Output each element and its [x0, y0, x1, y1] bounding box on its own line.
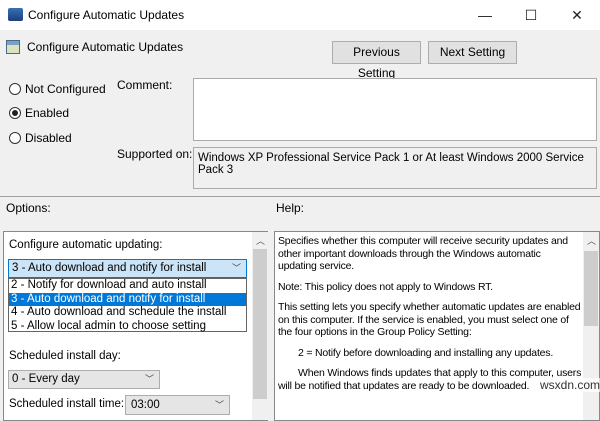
comment-input[interactable] — [193, 78, 597, 141]
list-option-selected[interactable]: 3 - Auto download and notify for install — [9, 292, 246, 306]
watermark: wsxdn.com — [540, 378, 600, 392]
configure-updating-label: Configure automatic updating: — [9, 239, 163, 251]
comment-label: Comment: — [117, 78, 173, 92]
chevron-down-icon: ﹀ — [231, 263, 241, 273]
help-paragraph: Specifies whether this computer will rec… — [278, 235, 568, 272]
configure-updating-list: 2 - Notify for download and auto install… — [8, 278, 247, 332]
help-paragraph: Note: This policy does not apply to Wind… — [278, 280, 493, 293]
list-option[interactable]: 2 - Notify for download and auto install — [9, 279, 246, 293]
radio-circle[interactable] — [9, 83, 21, 95]
install-time-dropdown[interactable]: 03:00 ﹀ — [125, 395, 230, 415]
install-day-label: Scheduled install day: — [9, 350, 121, 362]
minimize-button[interactable]: — — [462, 0, 508, 30]
options-panel: Configure automatic updating: 3 - Auto d… — [3, 231, 268, 421]
scroll-up-icon[interactable]: ︿ — [256, 234, 265, 247]
help-panel: Specifies whether this computer will rec… — [274, 231, 600, 421]
previous-setting-button[interactable]: Previous Setting — [332, 41, 421, 80]
list-option[interactable]: 4 - Auto download and schedule the insta… — [9, 306, 246, 320]
divider — [0, 196, 600, 197]
policy-title: Configure Automatic Updates — [27, 40, 184, 54]
app-icon — [8, 8, 23, 21]
scroll-up-icon[interactable]: ︿ — [587, 234, 596, 247]
help-paragraph: When Windows finds updates that apply to… — [278, 367, 582, 392]
options-label: Options: — [6, 201, 51, 215]
close-button[interactable]: ✕ — [554, 0, 600, 30]
policy-icon — [6, 40, 20, 54]
dropdown-value: 3 - Auto download and notify for install — [12, 262, 207, 274]
supported-on-label: Supported on: — [117, 147, 193, 161]
chevron-down-icon: ﹀ — [214, 400, 224, 410]
options-scrollbar[interactable]: ︿ — [252, 232, 268, 420]
radio-enabled[interactable]: Enabled — [9, 106, 69, 120]
maximize-button[interactable]: ☐ — [508, 0, 554, 30]
list-option[interactable]: 5 - Allow local admin to choose setting — [9, 320, 246, 334]
install-day-dropdown[interactable]: 0 - Every day ﹀ — [8, 370, 160, 389]
help-paragraph: This setting lets you specify whether au… — [278, 301, 581, 338]
radio-circle-selected[interactable] — [9, 107, 21, 119]
chevron-down-icon: ﹀ — [144, 374, 154, 384]
radio-disabled[interactable]: Disabled — [9, 131, 72, 145]
help-paragraph: 2 = Notify before downloading and instal… — [298, 346, 554, 359]
install-time-label: Scheduled install time: — [9, 398, 125, 410]
radio-label: Not Configured — [25, 82, 106, 96]
radio-label: Enabled — [25, 106, 70, 120]
radio-not-configured[interactable]: Not Configured — [9, 82, 106, 96]
dropdown-value: 0 - Every day — [12, 373, 80, 385]
radio-label: Disabled — [25, 131, 72, 145]
title-bar: Configure Automatic Updates — ☐ ✕ — [0, 0, 600, 30]
scrollbar-thumb[interactable] — [584, 251, 598, 326]
scrollbar-thumb[interactable] — [253, 249, 267, 399]
radio-circle[interactable] — [9, 132, 21, 144]
dropdown-value: 03:00 — [131, 399, 160, 411]
supported-on-value: Windows XP Professional Service Pack 1 o… — [193, 147, 597, 189]
help-label: Help: — [276, 201, 305, 215]
next-setting-button[interactable]: Next Setting — [428, 41, 517, 64]
window-title: Configure Automatic Updates — [28, 8, 185, 22]
configure-updating-dropdown[interactable]: 3 - Auto download and notify for install… — [8, 259, 247, 278]
